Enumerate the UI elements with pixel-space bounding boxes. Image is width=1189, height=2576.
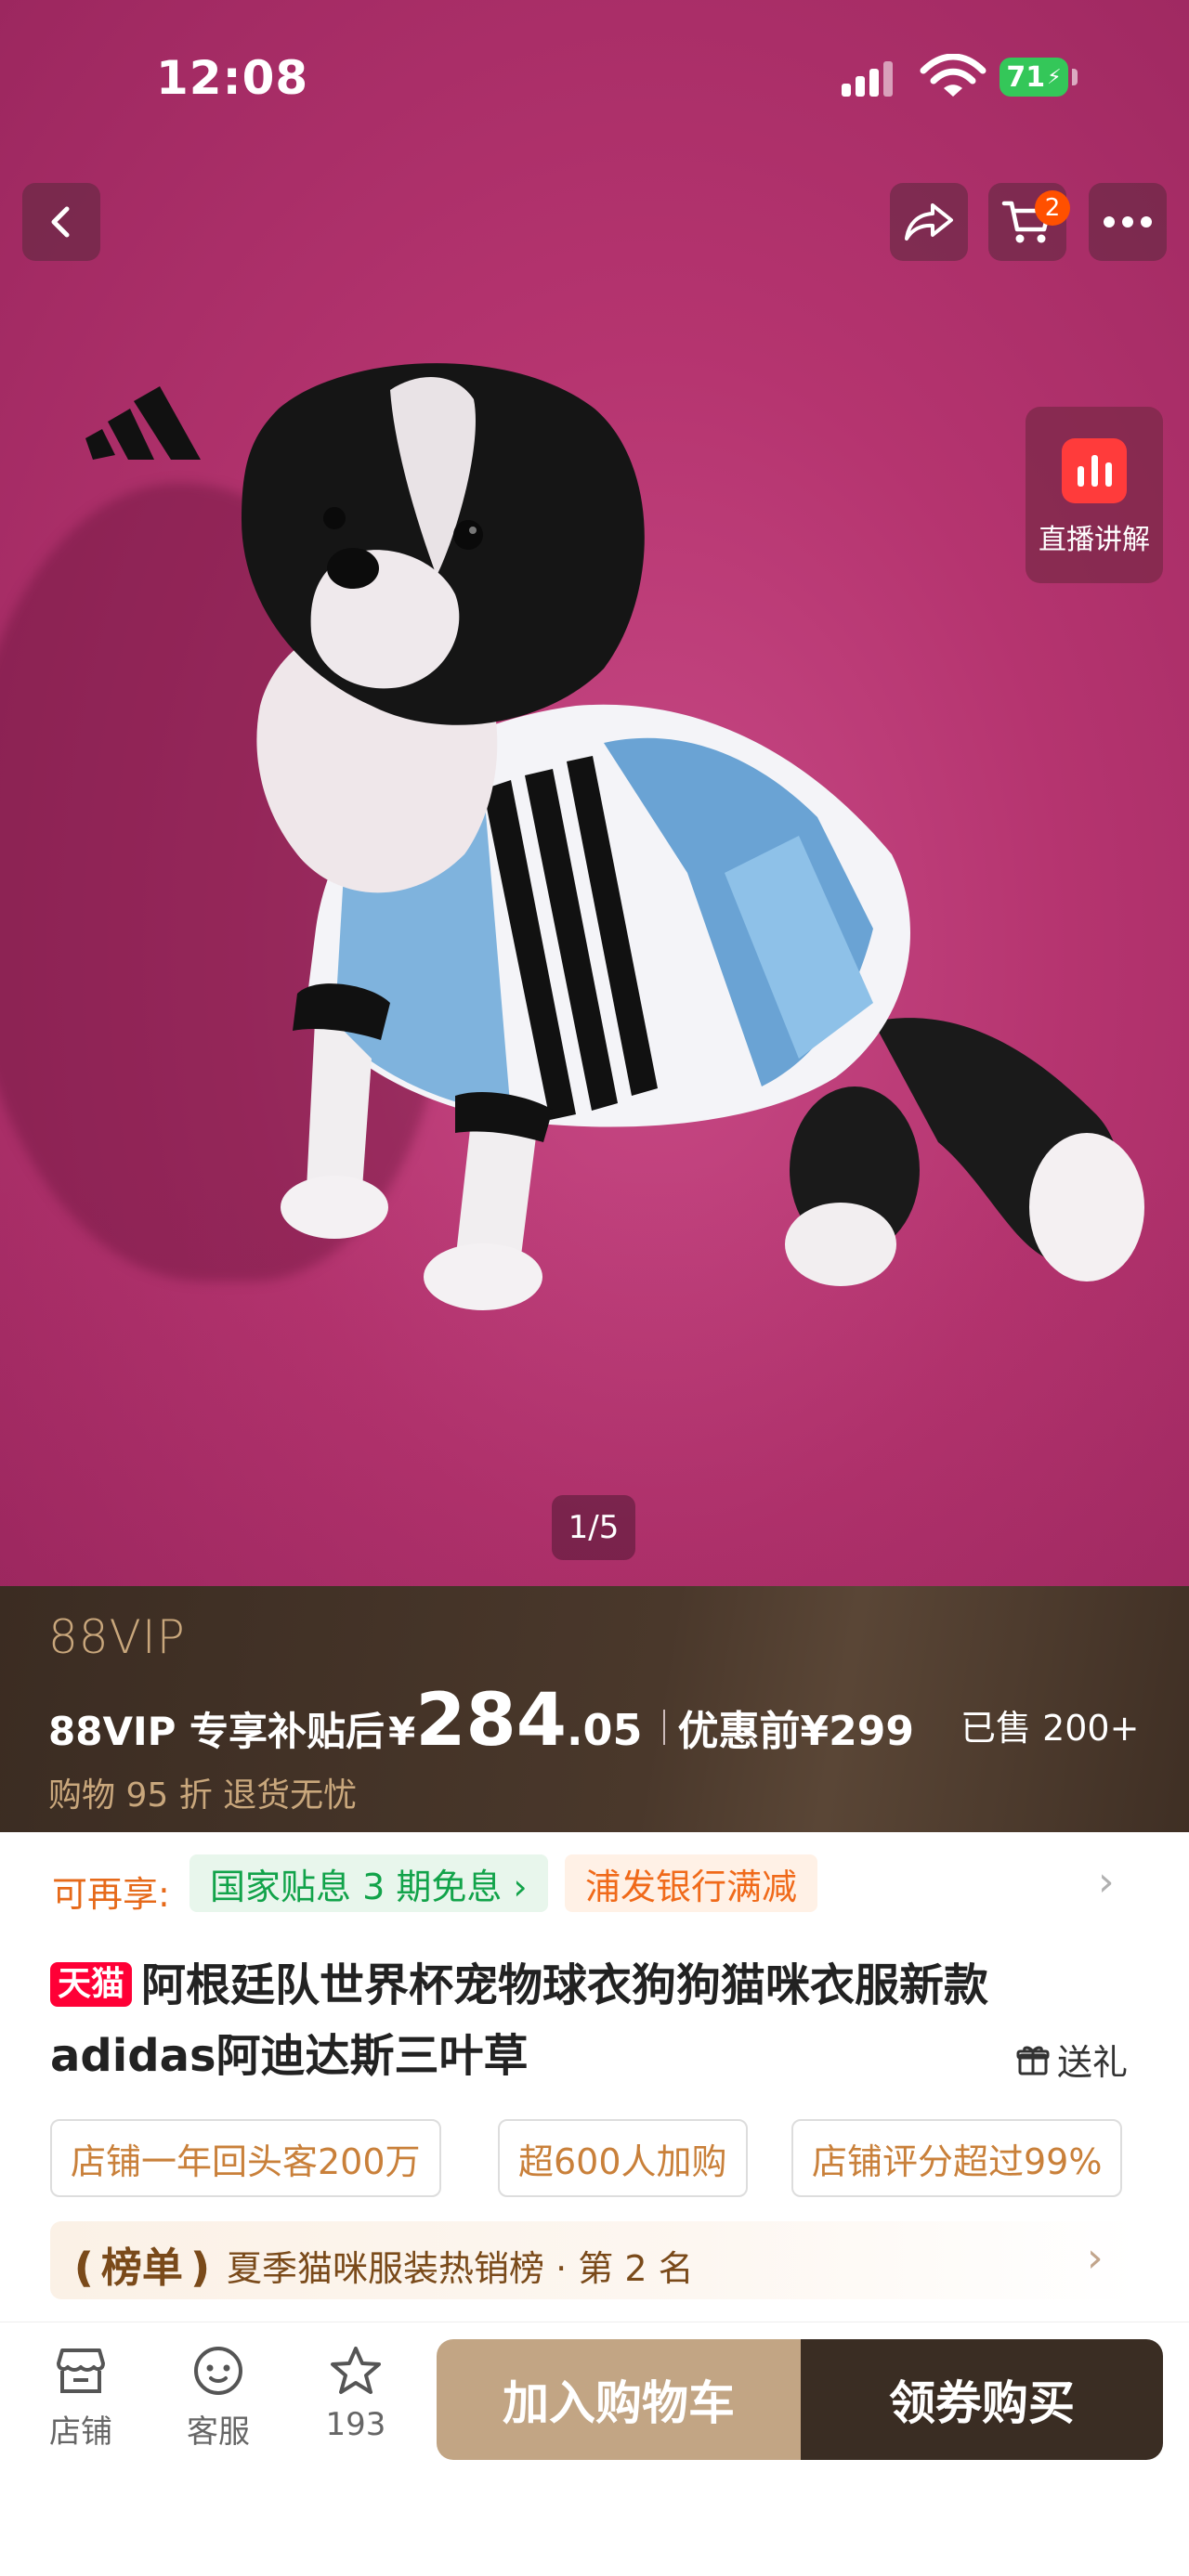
star-icon	[331, 2347, 381, 2394]
shop-button[interactable]: 店铺	[30, 2345, 132, 2452]
back-button[interactable]	[22, 183, 100, 261]
price-integer: 284	[415, 1679, 568, 1763]
favorite-count: 193	[325, 2406, 386, 2443]
vip-price-row: 88VIP 专享补贴后 ¥ 284 .05 优惠前¥299	[48, 1679, 914, 1763]
image-counter: 1/5	[552, 1495, 635, 1560]
add-to-cart-button[interactable]: 加入购物车	[437, 2339, 801, 2460]
product-title: 阿根廷队世界杯宠物球衣狗狗猫咪衣服新款adidas阿迪达斯三叶草	[50, 1959, 989, 2082]
sold-count: 已售 200+	[960, 1708, 1140, 1749]
more-dots-icon	[1104, 216, 1152, 228]
product-image-gallery[interactable]: 12:08 71 ⚡ 2 直播讲解 1/5	[0, 0, 1189, 1586]
promo-label: 可再享:	[52, 1874, 170, 1915]
original-price: 优惠前¥299	[677, 1708, 915, 1755]
customer-service-button[interactable]: 客服	[167, 2345, 269, 2452]
vip-benefits: 购物 95 折 退货无忧	[48, 1776, 358, 1815]
highlight-chip: 超600人加购	[498, 2119, 748, 2197]
chevron-left-icon	[51, 206, 70, 238]
price-divider	[662, 1710, 665, 1745]
ranking-banner[interactable]: ❪榜单❫ 夏季猫咪服装热销榜 · 第 2 名 ›	[50, 2221, 1137, 2299]
ranking-logo: 榜单	[100, 2244, 183, 2292]
live-explain-label: 直播讲解	[1039, 524, 1150, 556]
favorite-button[interactable]: 193	[305, 2345, 407, 2443]
charging-bolt-icon: ⚡	[1047, 65, 1062, 89]
installment-tag[interactable]: 国家贴息 3 期免息 ›	[189, 1854, 548, 1912]
bank-discount-tag[interactable]: 浦发银行满减	[565, 1854, 818, 1912]
live-explain-button[interactable]: 直播讲解	[1026, 407, 1163, 583]
adidas-logo	[85, 386, 201, 460]
chevron-right-icon: ›	[1098, 1858, 1115, 1906]
more-options-button[interactable]	[1089, 183, 1167, 261]
status-bar: 12:08 71 ⚡	[0, 0, 1189, 139]
gift-button[interactable]: 送礼	[1016, 2034, 1128, 2085]
battery-indicator: 71 ⚡	[1000, 58, 1068, 97]
wifi-icon	[920, 54, 986, 97]
status-time: 12:08	[156, 51, 309, 105]
vip-price-prefix: 88VIP 专享补贴后	[48, 1709, 385, 1754]
live-bars-icon	[1062, 438, 1127, 503]
gift-label: 送礼	[1057, 2042, 1129, 2083]
cart-count-badge: 2	[1035, 190, 1070, 226]
currency-symbol: ¥	[387, 1709, 416, 1754]
share-icon	[905, 203, 953, 241]
tmall-badge: 天猫	[50, 1962, 133, 2007]
gift-icon	[1016, 2046, 1050, 2075]
coupon-buy-button[interactable]: 领券购买	[801, 2339, 1163, 2460]
customer-service-icon	[194, 2347, 242, 2395]
store-icon	[57, 2348, 105, 2393]
highlight-chip: 店铺一年回头客200万	[50, 2119, 441, 2197]
promo-row[interactable]: 可再享: 国家贴息 3 期免息 › 浦发银行满减 ›	[0, 1832, 1189, 1934]
share-button[interactable]	[890, 183, 968, 261]
store-highlights: 店铺一年回头客200万 超600人加购 店铺评分超过99%	[50, 2119, 1189, 2197]
shop-label: 店铺	[49, 2413, 112, 2451]
battery-tip	[1072, 69, 1078, 85]
ranking-badge: ❪榜单❫	[67, 2244, 217, 2292]
bottom-action-bar: 店铺 客服 193 加入购物车 领券购买	[0, 2322, 1189, 2576]
ranking-text: 夏季猫咪服装热销榜 · 第 2 名	[227, 2248, 694, 2289]
vip-logo: 88VIP	[48, 1610, 186, 1664]
customer-service-label: 客服	[187, 2413, 250, 2451]
chevron-right-icon: ›	[1087, 2234, 1104, 2282]
highlight-chip: 店铺评分超过99%	[791, 2119, 1123, 2197]
battery-level: 71	[1006, 60, 1046, 94]
cellular-signal-icon	[842, 61, 893, 97]
price-decimal: .05	[567, 1705, 643, 1755]
product-title-block: 天猫 阿根廷队世界杯宠物球衣狗狗猫咪衣服新款adidas阿迪达斯三叶草	[50, 1950, 1146, 2091]
